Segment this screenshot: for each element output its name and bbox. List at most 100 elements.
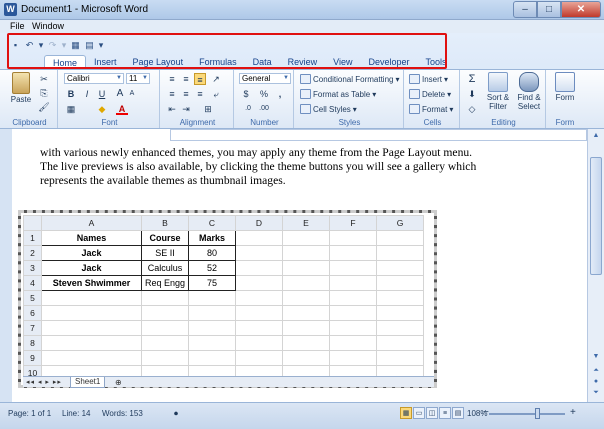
cell[interactable] xyxy=(41,335,142,351)
undo-dropdown-icon[interactable]: ▾ xyxy=(38,40,44,51)
conditional-formatting-button[interactable]: Conditional Formatting ▾ xyxy=(300,74,400,84)
grow-font-button[interactable]: A xyxy=(114,88,126,100)
wrap-text-icon[interactable]: ⤶ xyxy=(210,88,222,100)
cell[interactable] xyxy=(376,275,424,291)
fill-color-icon[interactable]: ◆ xyxy=(96,103,108,115)
cell[interactable]: Course xyxy=(141,230,189,246)
column-header[interactable]: D xyxy=(235,215,283,231)
underline-button[interactable]: U xyxy=(96,88,108,100)
cell[interactable] xyxy=(282,350,330,366)
increase-decimal-icon[interactable]: .0 xyxy=(242,103,254,115)
insert-cells-button[interactable]: Insert ▾ xyxy=(409,74,448,84)
row-header[interactable]: 3 xyxy=(23,260,42,276)
form-button[interactable]: Form xyxy=(551,72,579,102)
cell[interactable] xyxy=(329,350,377,366)
cell[interactable]: Calculus xyxy=(141,260,189,276)
next-page-icon[interactable]: ⏷ xyxy=(590,387,602,399)
cell[interactable] xyxy=(329,305,377,321)
cell[interactable] xyxy=(188,305,236,321)
cell[interactable] xyxy=(329,290,377,306)
decrease-decimal-icon[interactable]: .00 xyxy=(258,103,270,115)
row-header[interactable]: 2 xyxy=(23,245,42,261)
cell[interactable] xyxy=(282,305,330,321)
comma-button[interactable]: , xyxy=(274,88,286,100)
menu-file[interactable]: File xyxy=(10,21,25,31)
cell[interactable]: Jack xyxy=(41,245,142,261)
undo-icon[interactable]: ↶ xyxy=(24,40,35,51)
currency-button[interactable]: $ xyxy=(240,88,252,100)
cell[interactable] xyxy=(41,305,142,321)
cell[interactable] xyxy=(282,275,330,291)
cell[interactable] xyxy=(235,320,283,336)
cell[interactable]: Steven Shwimmer xyxy=(41,275,142,291)
align-right-icon[interactable]: ≡ xyxy=(194,88,206,100)
cell[interactable] xyxy=(41,290,142,306)
cell[interactable] xyxy=(282,290,330,306)
cell[interactable]: Marks xyxy=(188,230,236,246)
select-all-corner[interactable] xyxy=(23,215,42,231)
cell[interactable] xyxy=(376,335,424,351)
cell[interactable] xyxy=(235,350,283,366)
align-top-icon[interactable]: ≡ xyxy=(166,73,178,85)
cell[interactable] xyxy=(329,335,377,351)
insert-sheet-icon[interactable]: ⊕ xyxy=(115,378,122,387)
document-text[interactable]: with various newly enhanced themes, you … xyxy=(40,146,500,188)
tab-home[interactable]: Home xyxy=(44,55,87,70)
column-header[interactable]: C xyxy=(188,215,236,231)
paste-button[interactable]: Paste xyxy=(8,72,34,104)
sort-filter-button[interactable]: Sort & Filter xyxy=(484,72,512,111)
format-as-table-button[interactable]: Format as Table ▾ xyxy=(300,89,376,99)
decrease-indent-icon[interactable]: ⇤ xyxy=(166,103,178,115)
tab-data[interactable]: Data xyxy=(245,55,280,69)
page-count[interactable]: Page: 1 of 1 xyxy=(8,409,51,418)
cell[interactable] xyxy=(329,245,377,261)
cell[interactable] xyxy=(141,335,189,351)
column-header[interactable]: A xyxy=(41,215,142,231)
cell[interactable]: SE II xyxy=(141,245,189,261)
draft-view-icon[interactable]: ▤ xyxy=(452,407,464,419)
scroll-down-icon[interactable]: ▼ xyxy=(590,351,602,363)
maximize-button[interactable]: □ xyxy=(537,1,561,18)
cell[interactable] xyxy=(188,350,236,366)
row-header[interactable]: 7 xyxy=(23,320,42,336)
cut-icon[interactable]: ✂ xyxy=(38,73,50,85)
align-middle-icon[interactable]: ≡ xyxy=(180,73,192,85)
cell[interactable] xyxy=(141,290,189,306)
cell[interactable] xyxy=(41,320,142,336)
tab-tools[interactable]: Tools xyxy=(418,55,455,69)
cell[interactable] xyxy=(282,245,330,261)
column-header[interactable]: F xyxy=(329,215,377,231)
orientation-icon[interactable]: ↗ xyxy=(210,73,222,85)
zoom-slider[interactable] xyxy=(489,413,565,415)
italic-button[interactable]: I xyxy=(81,88,93,100)
column-header[interactable]: G xyxy=(376,215,424,231)
percent-button[interactable]: % xyxy=(258,88,270,100)
cell[interactable] xyxy=(376,305,424,321)
cell[interactable] xyxy=(235,260,283,276)
full-screen-view-icon[interactable]: ▭ xyxy=(413,407,425,419)
web-layout-view-icon[interactable]: ◫ xyxy=(426,407,438,419)
cell[interactable] xyxy=(376,290,424,306)
cell-styles-button[interactable]: Cell Styles ▾ xyxy=(300,104,357,114)
tab-developer[interactable]: Developer xyxy=(360,55,417,69)
align-center-icon[interactable]: ≡ xyxy=(180,88,192,100)
align-bottom-icon[interactable]: ≡ xyxy=(194,73,206,85)
font-color-icon[interactable]: A xyxy=(116,103,128,115)
cell[interactable] xyxy=(141,320,189,336)
cell[interactable]: Names xyxy=(41,230,142,246)
table-icon[interactable]: ▦ xyxy=(70,40,81,51)
cell[interactable] xyxy=(235,305,283,321)
cell[interactable] xyxy=(329,275,377,291)
cell[interactable] xyxy=(188,290,236,306)
cell[interactable] xyxy=(141,350,189,366)
row-header[interactable]: 5 xyxy=(23,290,42,306)
column-header[interactable]: E xyxy=(282,215,330,231)
sheet-nav-arrows[interactable]: ◂◂ ◂ ▸ ▸▸ xyxy=(26,377,62,388)
scroll-up-icon[interactable]: ▲ xyxy=(590,130,602,142)
chart-icon[interactable]: ▤ xyxy=(84,40,95,51)
bold-button[interactable]: B xyxy=(65,88,77,100)
redo-icon[interactable]: ↷ xyxy=(47,40,58,51)
save-icon[interactable]: ▪ xyxy=(10,40,21,51)
font-size-combo[interactable]: 11 ▼ xyxy=(126,73,150,84)
horizontal-ruler[interactable] xyxy=(170,129,587,141)
